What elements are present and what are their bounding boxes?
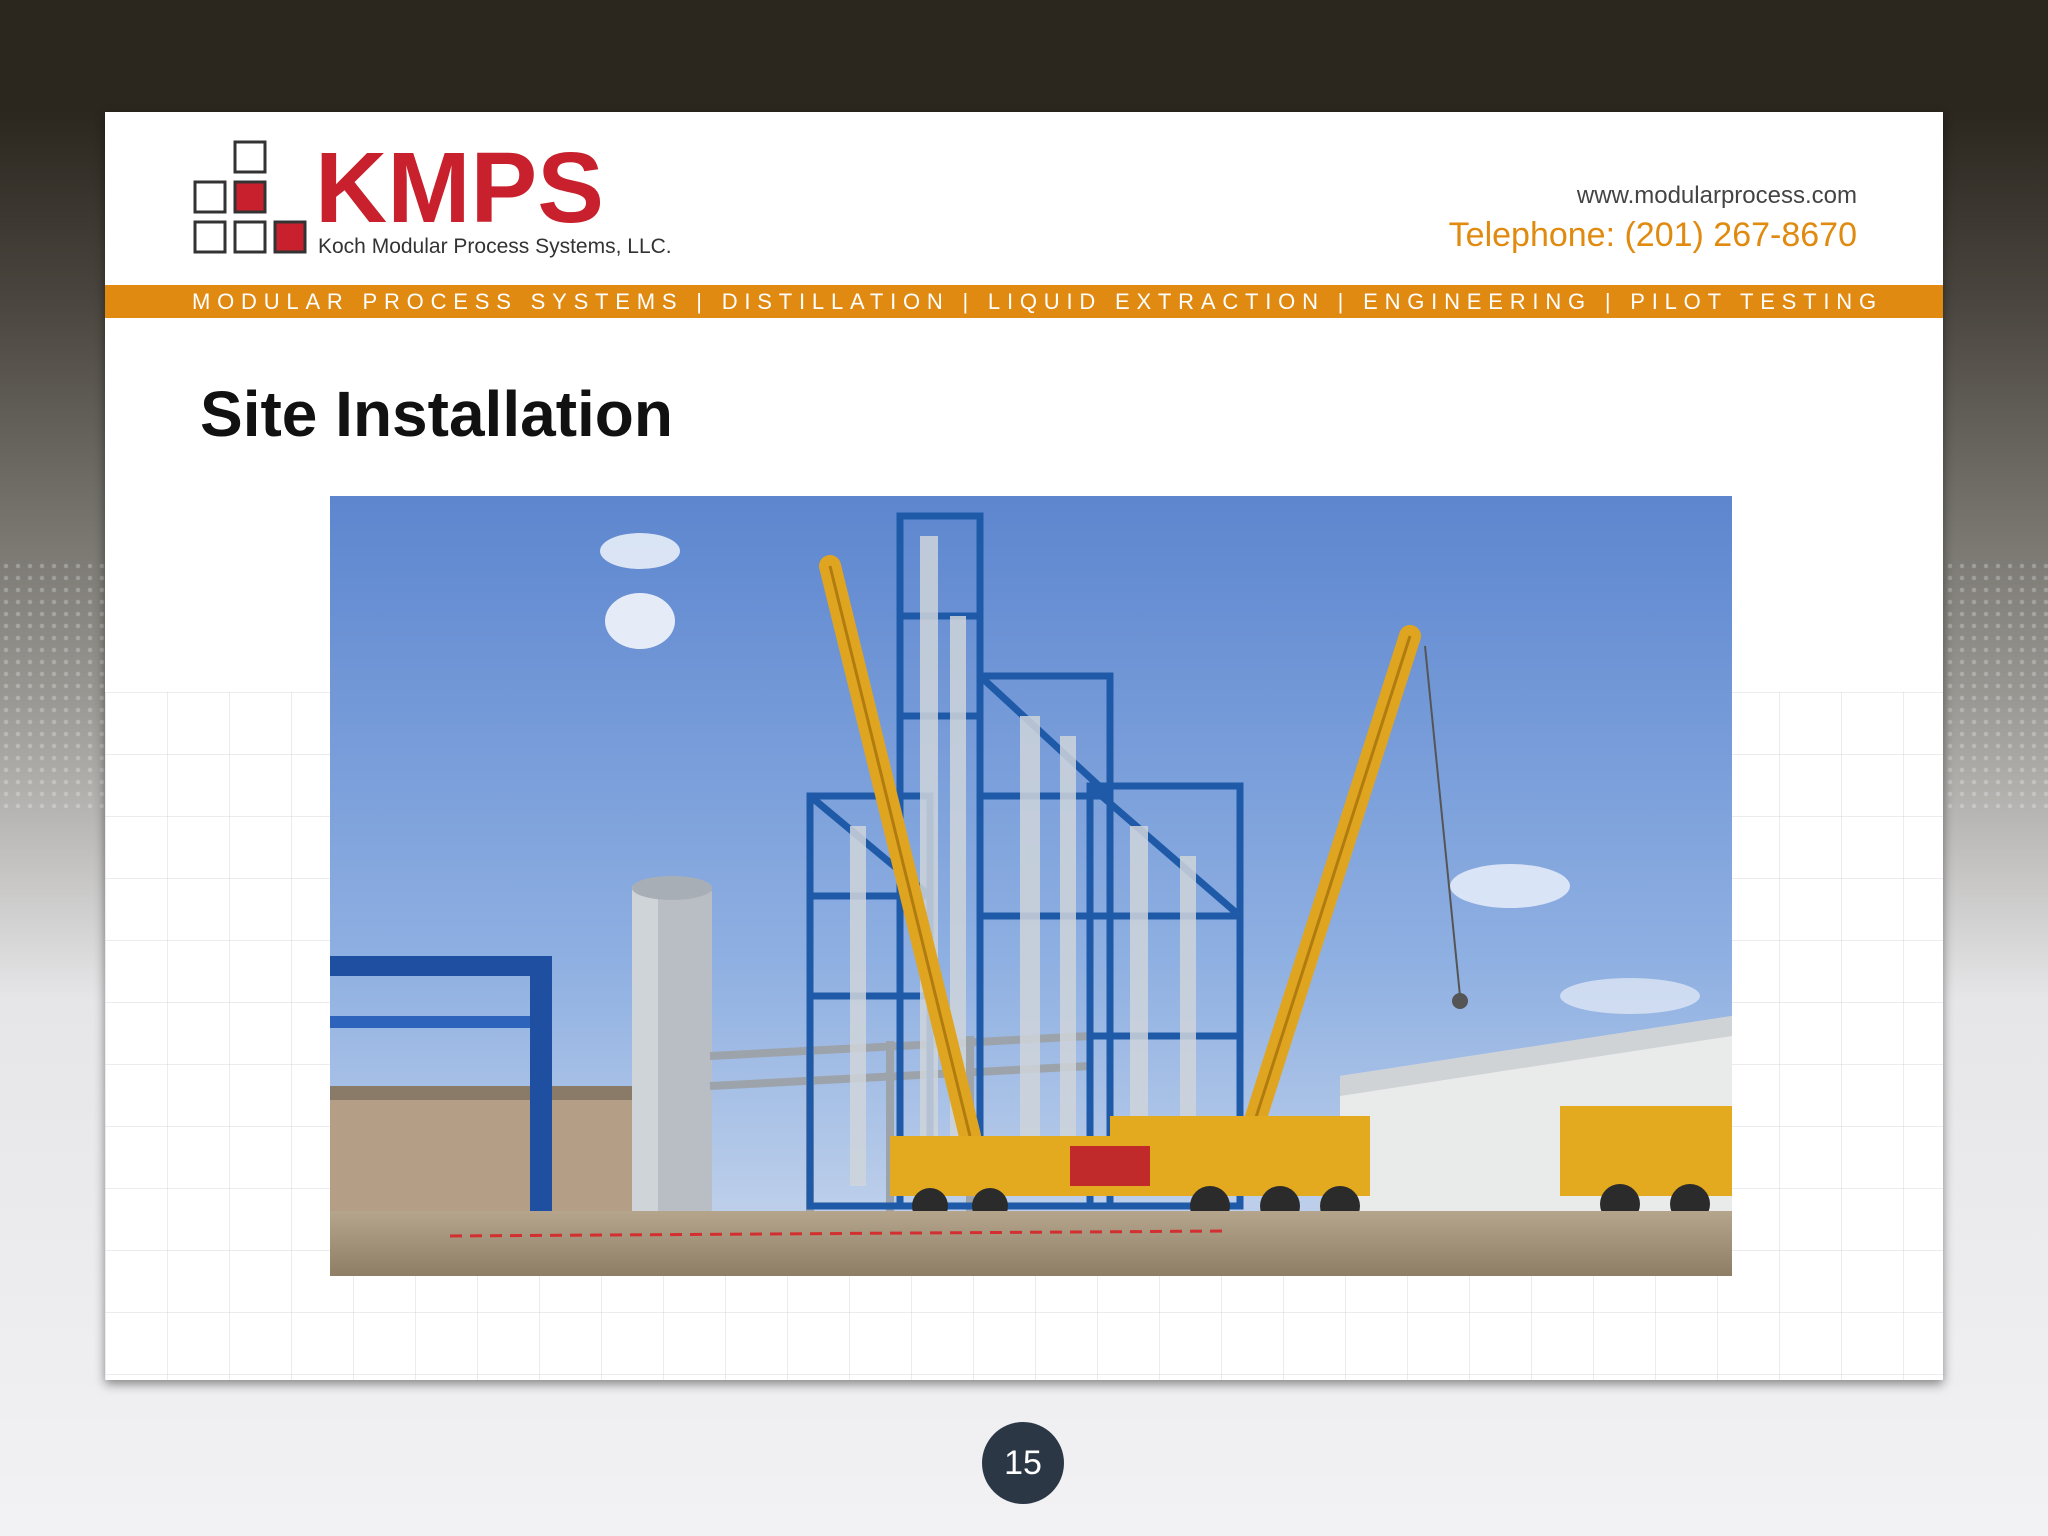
- logo-square-icon: [233, 140, 267, 174]
- page-number-badge: 15: [982, 1422, 1064, 1504]
- services-banner-text: MODULAR PROCESS SYSTEMS | DISTILLATION |…: [192, 288, 1883, 314]
- kmps-logo: KMPS Koch Modular Process Systems, LLC.: [190, 132, 790, 270]
- website-url[interactable]: www.modularprocess.com: [1449, 182, 1857, 210]
- slide-title: Site Installation: [200, 378, 673, 450]
- contact-info: www.modularprocess.com Telephone: (201) …: [1449, 182, 1857, 255]
- logo-wordmark: KMPS: [315, 140, 604, 244]
- slide: KMPS Koch Modular Process Systems, LLC. …: [105, 112, 1943, 1380]
- logo-subtitle: Koch Modular Process Systems, LLC.: [318, 235, 672, 258]
- telephone: Telephone: (201) 267-8670: [1448, 216, 1857, 254]
- services-banner: MODULAR PROCESS SYSTEMS | DISTILLATION |…: [105, 285, 1943, 318]
- site-photo: [330, 496, 1732, 1276]
